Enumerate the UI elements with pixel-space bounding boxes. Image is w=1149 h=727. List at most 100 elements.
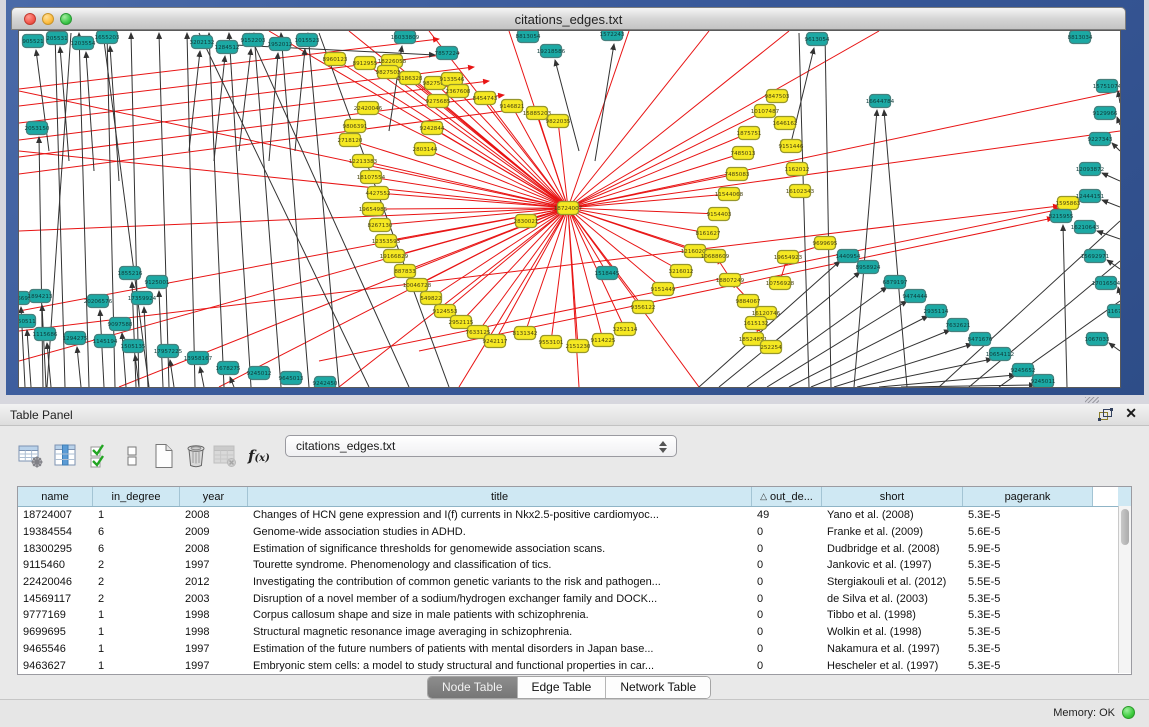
graph-node[interactable]: 1875751 [737,127,762,140]
graph-node[interactable]: 2053150 [25,122,50,135]
graph-node[interactable]: 205531 [46,32,68,45]
graph-node[interactable]: 15692971 [1081,250,1110,263]
graph-node[interactable]: 4427552 [366,187,391,200]
graph-node[interactable]: 887833 [394,265,416,278]
deselect-all-icon[interactable] [118,442,146,470]
graph-node[interactable]: 9474444 [903,290,928,303]
graph-node[interactable]: 9822035 [546,115,571,128]
graph-node[interactable]: 17957225 [154,345,183,358]
table-row[interactable]: 977716911998Corpus callosum shape and si… [18,607,1131,624]
graph-node[interactable]: 8131342 [513,327,538,340]
network-window-titlebar[interactable]: citations_edges.txt [11,7,1126,30]
graph-node[interactable]: 7485013 [731,147,756,160]
graph-node[interactable]: 1015523 [295,34,320,47]
graph-node[interactable]: 7857224 [435,47,460,60]
graph-node[interactable]: 1115686 [33,328,58,341]
graph-node[interactable]: 1294275 [63,332,88,345]
graph-node[interactable]: 8958924 [856,261,881,274]
graph-node[interactable]: 8161627 [696,227,721,240]
graph-node[interactable]: 1855216 [118,267,143,280]
graph-node[interactable]: 9847503 [765,90,790,103]
tab-edge-table[interactable]: Edge Table [518,677,607,698]
graph-node[interactable]: 10756928 [766,277,795,290]
graph-node[interactable]: 22420046 [354,102,383,115]
graph-node[interactable]: 19654985 [359,203,388,216]
table-row[interactable]: 1830029562008Estimation of significance … [18,540,1131,557]
graph-node[interactable]: 17016504 [1092,277,1120,290]
graph-node[interactable]: 1067033 [1085,333,1110,346]
column-header-year[interactable]: year [180,487,248,506]
tab-node-table[interactable]: Node Table [428,677,518,698]
graph-node[interactable]: 9245012 [247,367,272,380]
graph-node[interactable]: 9151446 [779,140,804,153]
graph-node[interactable]: 9133546 [440,73,465,86]
table-row[interactable]: 2242004622012Investigating the contribut… [18,574,1131,591]
graph-node[interactable]: 9242844 [420,122,445,135]
graph-node[interactable]: 2367608 [446,85,471,98]
graph-node[interactable]: 3216012 [669,265,694,278]
table-row[interactable]: 969969511998Structural magnetic resonanc… [18,624,1131,641]
graph-node[interactable]: 116753 [1107,305,1120,318]
graph-node[interactable]: 9884067 [736,295,761,308]
graph-node[interactable]: 15751074 [1093,80,1120,93]
graph-node[interactable]: 10688609 [701,250,730,263]
splitter-grip-icon[interactable] [1085,397,1099,403]
graph-node[interactable]: 16210643 [1071,221,1100,234]
graph-node[interactable]: 1952012 [268,38,293,51]
graph-node[interactable]: 1518445 [595,267,620,280]
table-row[interactable]: 1938455462009Genome-wide association stu… [18,524,1131,541]
table-row[interactable]: 946362711997Embryonic stem cells: a mode… [18,657,1131,674]
graph-node[interactable]: 18107554 [357,171,386,184]
float-window-icon[interactable] [1098,408,1113,422]
delete-column-icon[interactable] [182,442,210,470]
graph-node[interactable]: 8960123 [323,53,348,66]
graph-node[interactable]: 850511 [19,315,36,328]
graph-node[interactable]: 9146821 [500,100,525,113]
column-header-out_de[interactable]: △out_de... [752,487,822,506]
graph-node[interactable]: 1440954 [836,250,861,263]
graph-node[interactable]: 9699695 [813,237,838,250]
graph-node[interactable]: 9151449 [651,283,676,296]
graph-node[interactable]: 549822 [420,292,441,305]
graph-node[interactable]: 1894213 [28,290,53,303]
graph-node[interactable]: 9275685 [426,95,451,108]
column-header-short[interactable]: short [822,487,963,506]
graph-node[interactable]: 252254 [760,341,782,354]
graph-node[interactable]: 9114225 [591,334,616,347]
graph-node[interactable]: 2830021 [514,215,539,228]
vertical-scrollbar[interactable] [1118,506,1131,673]
column-header-pagerank[interactable]: pagerank [963,487,1093,506]
graph-node[interactable]: 2803144 [413,143,438,156]
show-columns-icon[interactable] [52,442,80,470]
table-selector-dropdown[interactable]: citations_edges.txt [285,435,677,457]
graph-node[interactable]: 19166829 [380,250,409,263]
graph-node[interactable]: 2151230 [566,340,591,353]
graph-node[interactable]: 9645013 [279,372,304,385]
graph-node[interactable]: 9245011 [1031,375,1056,388]
graph-node[interactable]: 3202132 [190,36,215,49]
graph-node[interactable]: 7485083 [725,168,750,181]
graph-node[interactable]: 10046728 [403,279,432,292]
graph-node[interactable]: 1284512 [215,41,240,54]
graph-node[interactable]: 13958167 [184,352,213,365]
graph-node[interactable]: 12444151 [1076,190,1105,203]
graph-node[interactable]: 8912955 [353,57,378,70]
function-builder-icon[interactable]: f(x) [248,442,278,470]
graph-node[interactable]: 9129966 [1093,107,1118,120]
graph-node[interactable]: 18807249 [716,274,745,287]
graph-node[interactable]: 9242117 [483,335,508,348]
graph-node[interactable]: 9613054 [805,33,830,46]
graph-node[interactable]: 8471676 [968,333,993,346]
graph-node[interactable]: 19218586 [537,45,566,58]
graph-node[interactable]: 1505135 [121,340,146,353]
graph-node[interactable]: 16102343 [786,185,815,198]
graph-node[interactable]: 12353593 [372,235,401,248]
graph-node[interactable]: 9154403 [707,208,732,221]
create-column-icon[interactable] [150,442,178,470]
network-canvas[interactable]: 1872400789601238912955182260589827503818… [18,30,1121,388]
graph-node[interactable]: 17359924 [128,292,157,305]
graph-node[interactable]: 7632621 [946,319,971,332]
graph-node[interactable]: 1646162 [773,117,798,130]
graph-node[interactable]: 8454743 [473,92,498,105]
graph-node[interactable]: 6879197 [883,276,908,289]
